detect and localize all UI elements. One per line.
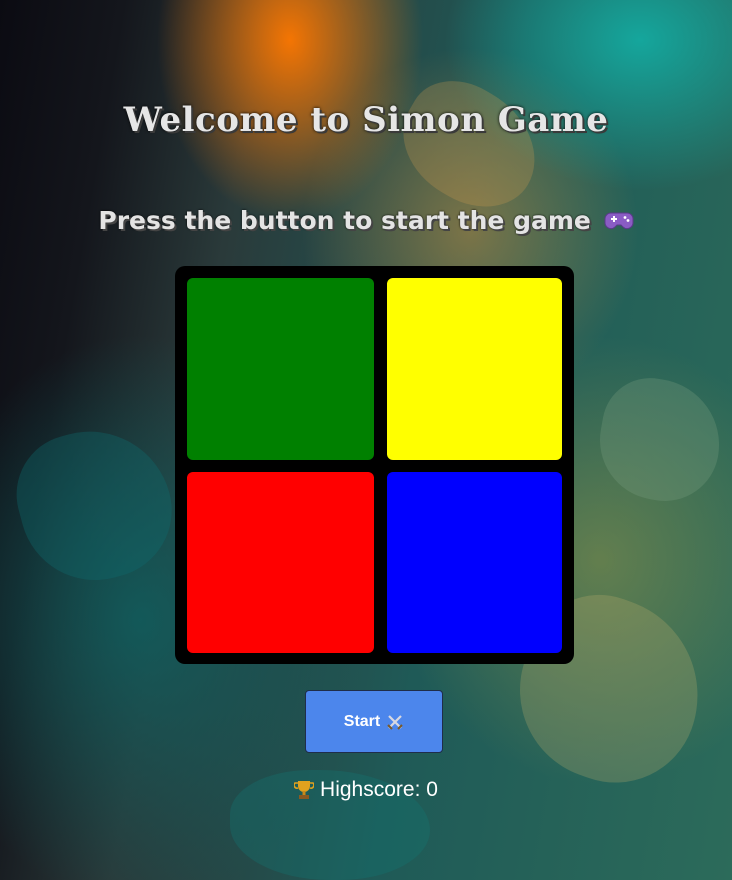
trophy-icon	[293, 779, 315, 801]
simon-board	[175, 266, 574, 664]
green-pad[interactable]	[187, 278, 374, 460]
background-puzzle-piece	[381, 62, 559, 228]
page-title: Welcome to Simon Game	[123, 100, 609, 140]
background-puzzle-piece	[590, 370, 730, 510]
instruction-label: Press the button to start the game	[98, 206, 591, 235]
instruction-text: Press the button to start the game	[0, 206, 732, 235]
blue-pad[interactable]	[387, 472, 562, 653]
yellow-pad[interactable]	[387, 278, 562, 460]
background-puzzle-piece	[3, 413, 187, 597]
red-pad[interactable]	[187, 472, 374, 653]
highscore-label: Highscore: 0	[320, 778, 438, 801]
crossed-swords-icon	[386, 713, 404, 731]
gamepad-icon	[604, 209, 634, 231]
highscore-display: Highscore: 0	[0, 778, 732, 802]
start-button[interactable]: Start	[305, 690, 443, 753]
start-button-label: Start	[343, 712, 381, 730]
